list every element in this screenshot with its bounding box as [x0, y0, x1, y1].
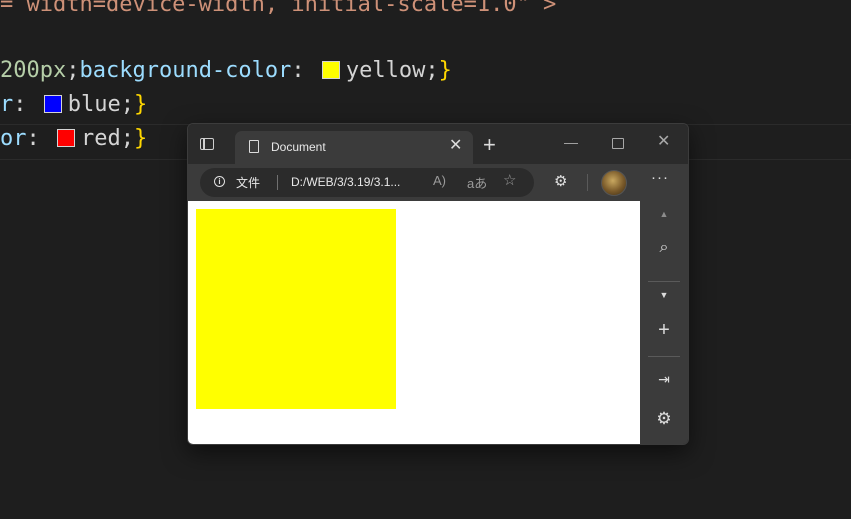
info-icon[interactable]: i: [214, 176, 225, 187]
meta-viewport-text: = width=device-width, initial-scale=1.0"…: [0, 0, 557, 17]
color-value: yellow: [345, 58, 426, 83]
more-menu-icon[interactable]: ···: [651, 169, 669, 186]
site-info-label[interactable]: 文件: [236, 174, 260, 191]
closing-brace: }: [134, 126, 148, 151]
address-bar[interactable]: i 文件 D:/WEB/3/3.19/3.1... A) aあ ☆: [200, 168, 534, 197]
code-line-background-color: 200px;background-color: yellow;}: [0, 54, 452, 88]
tab-actions-icon[interactable]: [200, 138, 214, 150]
semicolon: ;: [425, 58, 439, 83]
yellow-box: [196, 209, 396, 409]
sidebar-divider: [648, 281, 680, 282]
close-window-icon[interactable]: ✕: [657, 132, 670, 152]
tab-document[interactable]: Document ✕: [235, 131, 473, 164]
property-name: or: [0, 126, 27, 151]
toolbar-divider: [587, 174, 588, 191]
semicolon: ;: [120, 126, 134, 151]
read-aloud-icon[interactable]: A): [433, 173, 446, 188]
colon: :: [13, 92, 27, 117]
page-viewport: [188, 201, 640, 444]
tab-title: Document: [271, 140, 326, 154]
maximize-icon[interactable]: [612, 138, 624, 149]
split-screen-icon[interactable]: ⇥: [640, 371, 688, 388]
property-name: r: [0, 92, 14, 117]
code-line-meta: = width=device-width, initial-scale=1.0"…: [0, 0, 556, 22]
browser-window: Document ✕ + — ✕ i 文件 D:/WEB/3/3.19/3.1.…: [187, 123, 689, 445]
search-icon[interactable]: ⌕: [640, 239, 688, 257]
translate-icon[interactable]: aあ: [467, 173, 487, 192]
property-name: background-color: [79, 58, 292, 83]
colon: :: [26, 126, 40, 151]
document-icon: [249, 140, 259, 153]
semicolon: ;: [66, 58, 80, 83]
color-value: red: [81, 126, 121, 151]
title-bar: Document ✕ + — ✕: [188, 124, 688, 164]
address-divider: [277, 175, 278, 190]
color-value: blue: [67, 92, 121, 117]
color-swatch-blue[interactable]: [43, 95, 62, 113]
extensions-icon[interactable]: ⚙: [554, 172, 567, 190]
toolbar: i 文件 D:/WEB/3/3.19/3.1... A) aあ ☆ ⚙ ···: [188, 164, 688, 201]
code-line-blue: r: blue;}: [0, 88, 147, 122]
new-tab-icon[interactable]: +: [483, 132, 496, 158]
width-value: 200px: [0, 58, 67, 83]
colon: :: [291, 58, 305, 83]
closing-brace: }: [133, 92, 148, 117]
profile-avatar[interactable]: [601, 170, 627, 196]
edge-sidebar: ▲ ⌕ ▼ + ⇥ ⚙: [640, 201, 688, 444]
close-tab-icon[interactable]: ✕: [449, 136, 462, 156]
color-swatch-red[interactable]: [57, 129, 75, 147]
discover-icon[interactable]: ▼: [640, 290, 688, 300]
sidebar-divider: [648, 356, 680, 357]
settings-icon[interactable]: ⚙: [640, 409, 688, 429]
minimize-icon[interactable]: —: [564, 132, 578, 152]
closing-brace: }: [438, 58, 452, 83]
color-swatch-yellow[interactable]: [321, 61, 340, 79]
add-favorite-icon[interactable]: ☆: [503, 171, 516, 189]
add-icon[interactable]: +: [640, 319, 688, 342]
scroll-up-icon[interactable]: ▲: [640, 209, 688, 219]
url-text[interactable]: D:/WEB/3/3.19/3.1...: [291, 175, 400, 189]
semicolon: ;: [120, 92, 134, 117]
code-line-red: or: red;}: [0, 122, 147, 156]
